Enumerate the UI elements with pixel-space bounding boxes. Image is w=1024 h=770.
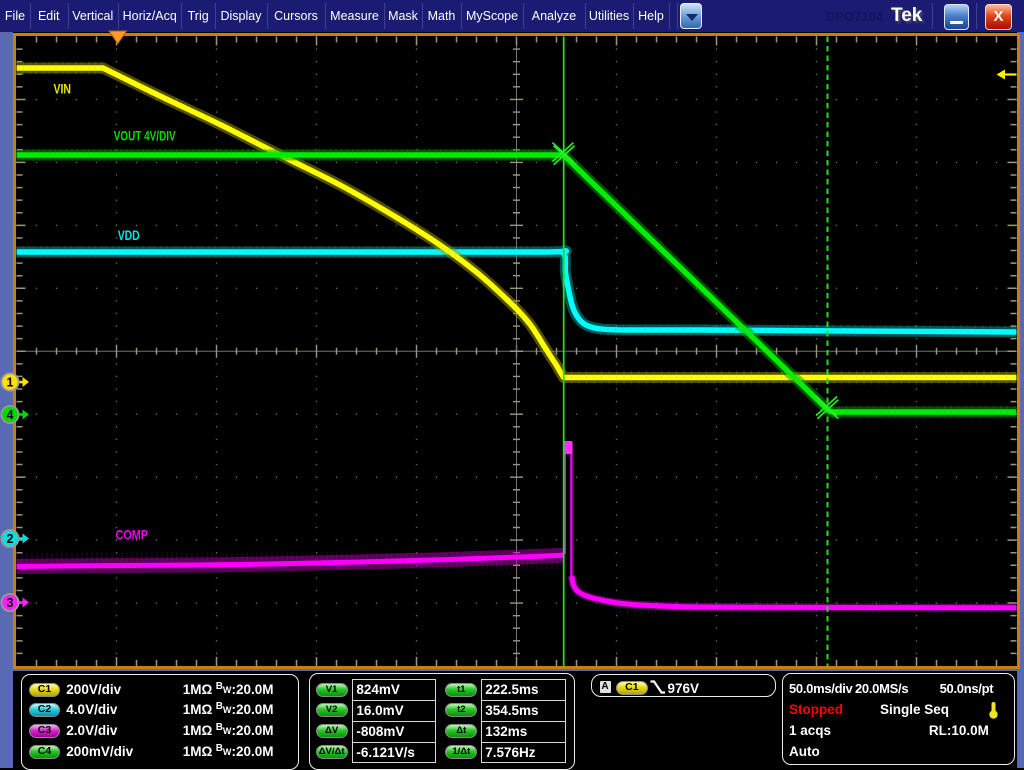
svg-text:COMP: COMP: [116, 528, 149, 543]
svg-text:4: 4: [7, 408, 14, 422]
svg-text:1: 1: [7, 376, 14, 390]
svg-text:2: 2: [7, 532, 14, 546]
svg-text:VIN: VIN: [54, 82, 72, 97]
svg-text:3: 3: [7, 596, 14, 610]
svg-text:VDD: VDD: [118, 228, 140, 243]
svg-text:VOUT 4V/DIV: VOUT 4V/DIV: [114, 129, 176, 144]
